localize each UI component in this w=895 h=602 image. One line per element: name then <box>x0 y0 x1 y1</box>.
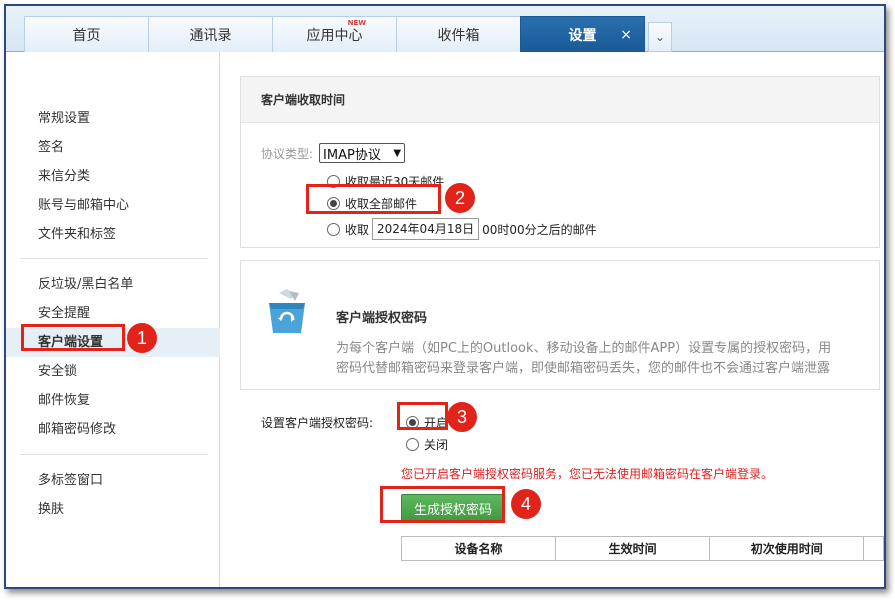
sidebar-group-general: 常规设置 签名 来信分类 账号与邮箱中心 文件夹和标签 <box>6 104 220 249</box>
receive-time-panel: 客户端收取时间 协议类型: IMAP协议 ▼ 收取最近30天邮件 收取全部邮件 … <box>240 76 880 248</box>
close-icon[interactable]: × <box>620 27 632 43</box>
step-number-badge: 1 <box>127 323 157 353</box>
sidebar-item-multi-tab[interactable]: 多标签窗口 <box>6 466 220 495</box>
sidebar-item-security-lock[interactable]: 安全锁 <box>6 357 220 386</box>
settings-sidebar: 常规设置 签名 来信分类 账号与邮箱中心 文件夹和标签 反垃圾/黑白名单 安全提… <box>6 52 220 587</box>
device-table: 设备名称 生效时间 初次使用时间 <box>400 536 884 561</box>
new-badge: NEW <box>347 19 366 27</box>
protocol-row: 协议类型: IMAP协议 ▼ <box>261 143 406 163</box>
column-header[interactable]: 生效时间 <box>555 536 711 561</box>
sidebar-item-mail-rules[interactable]: 来信分类 <box>6 162 220 191</box>
warning-text: 您已开启客户端授权密码服务，您已无法使用邮箱密码在客户端登录。 <box>401 467 774 481</box>
tabs: 首页 通讯录 应用中心 NEW 收件箱 设置 × ⌄ <box>24 16 672 52</box>
panel-description: 为每个客户端（如PC上的Outlook、移动设备上的邮件APP）设置专属的授权密… <box>336 339 831 379</box>
sidebar-item-password-change[interactable]: 邮箱密码修改 <box>6 415 220 444</box>
column-header[interactable]: 初次使用时间 <box>709 536 865 561</box>
sidebar-item-mail-recovery[interactable]: 邮件恢复 <box>6 386 220 415</box>
tab-label: 首页 <box>72 27 101 44</box>
panel-title: 客户端授权密码 <box>336 311 428 326</box>
radio-icon <box>406 438 419 451</box>
tab-label: 设置 <box>568 27 597 44</box>
chevron-down-icon[interactable]: ⌄ <box>648 22 672 52</box>
auth-password-panel: 客户端授权密码 为每个客户端（如PC上的Outlook、移动设备上的邮件APP）… <box>240 260 880 390</box>
tab-label: 应用中心 <box>306 27 363 44</box>
panel-title: 客户端收取时间 <box>241 77 879 123</box>
column-header-extra <box>863 536 884 561</box>
column-header[interactable]: 设备名称 <box>400 536 557 561</box>
description-line: 密码代替邮箱密码来登录客户端，即使邮箱密码丢失，您的邮件也不会通过客户端泄露 <box>336 361 831 376</box>
recycle-box-icon <box>269 289 305 333</box>
tab-app-center[interactable]: 应用中心 NEW <box>272 16 397 52</box>
protocol-label: 协议类型: <box>261 146 314 161</box>
highlight-box <box>397 402 448 430</box>
sidebar-divider <box>20 258 208 259</box>
sidebar-group-security: 反垃圾/黑白名单 安全提醒 客户端设置 安全锁 邮件恢复 邮箱密码修改 <box>6 270 220 444</box>
highlight-box <box>306 184 441 214</box>
tab-home[interactable]: 首页 <box>24 16 149 52</box>
sidebar-item-spam[interactable]: 反垃圾/黑白名单 <box>6 270 220 299</box>
radio-icon <box>327 222 340 236</box>
settings-content: 客户端收取时间 协议类型: IMAP协议 ▼ 收取最近30天邮件 收取全部邮件 … <box>221 52 884 587</box>
highlight-box <box>380 486 505 523</box>
tab-settings[interactable]: 设置 × <box>520 16 645 52</box>
chevron-down-icon: ▼ <box>393 147 402 159</box>
tab-label: 收件箱 <box>437 27 480 44</box>
sidebar-divider <box>20 454 208 455</box>
step-number-badge: 3 <box>447 402 477 432</box>
step-number-badge: 2 <box>445 183 475 213</box>
radio-label-suffix: 00时00分之后的邮件 <box>482 222 597 237</box>
tab-inbox[interactable]: 收件箱 <box>396 16 521 52</box>
radio-auth-close[interactable]: 关闭 <box>406 436 448 453</box>
radio-since-date[interactable]: 收取 2024年04月18日 00时00分之后的邮件 <box>327 218 597 240</box>
protocol-select[interactable]: IMAP协议 ▼ <box>319 143 406 163</box>
sidebar-item-skin[interactable]: 换肤 <box>6 495 220 524</box>
date-input[interactable]: 2024年04月18日 <box>372 218 480 240</box>
screenshot-frame: 首页 通讯录 应用中心 NEW 收件箱 设置 × ⌄ 常规设置 签名 来信分类 … <box>4 4 886 589</box>
auth-setting-label: 设置客户端授权密码: <box>261 416 374 430</box>
table-header-row: 设备名称 生效时间 初次使用时间 <box>400 536 884 561</box>
sidebar-item-accounts[interactable]: 账号与邮箱中心 <box>6 191 220 220</box>
sidebar-item-signature[interactable]: 签名 <box>6 133 220 162</box>
description-line: 为每个客户端（如PC上的Outlook、移动设备上的邮件APP）设置专属的授权密… <box>336 341 832 356</box>
sidebar-item-folders[interactable]: 文件夹和标签 <box>6 220 220 249</box>
sidebar-item-general[interactable]: 常规设置 <box>6 104 220 133</box>
sidebar-group-display: 多标签窗口 换肤 <box>6 466 220 524</box>
highlight-box <box>21 324 125 351</box>
tab-label: 通讯录 <box>189 27 232 44</box>
radio-label: 收取 <box>345 222 370 237</box>
protocol-value: IMAP协议 <box>323 147 381 163</box>
radio-label: 关闭 <box>424 438 449 452</box>
step-number-badge: 4 <box>511 489 541 519</box>
tab-contacts[interactable]: 通讯录 <box>148 16 273 52</box>
tab-bar: 首页 通讯录 应用中心 NEW 收件箱 设置 × ⌄ <box>6 6 884 52</box>
